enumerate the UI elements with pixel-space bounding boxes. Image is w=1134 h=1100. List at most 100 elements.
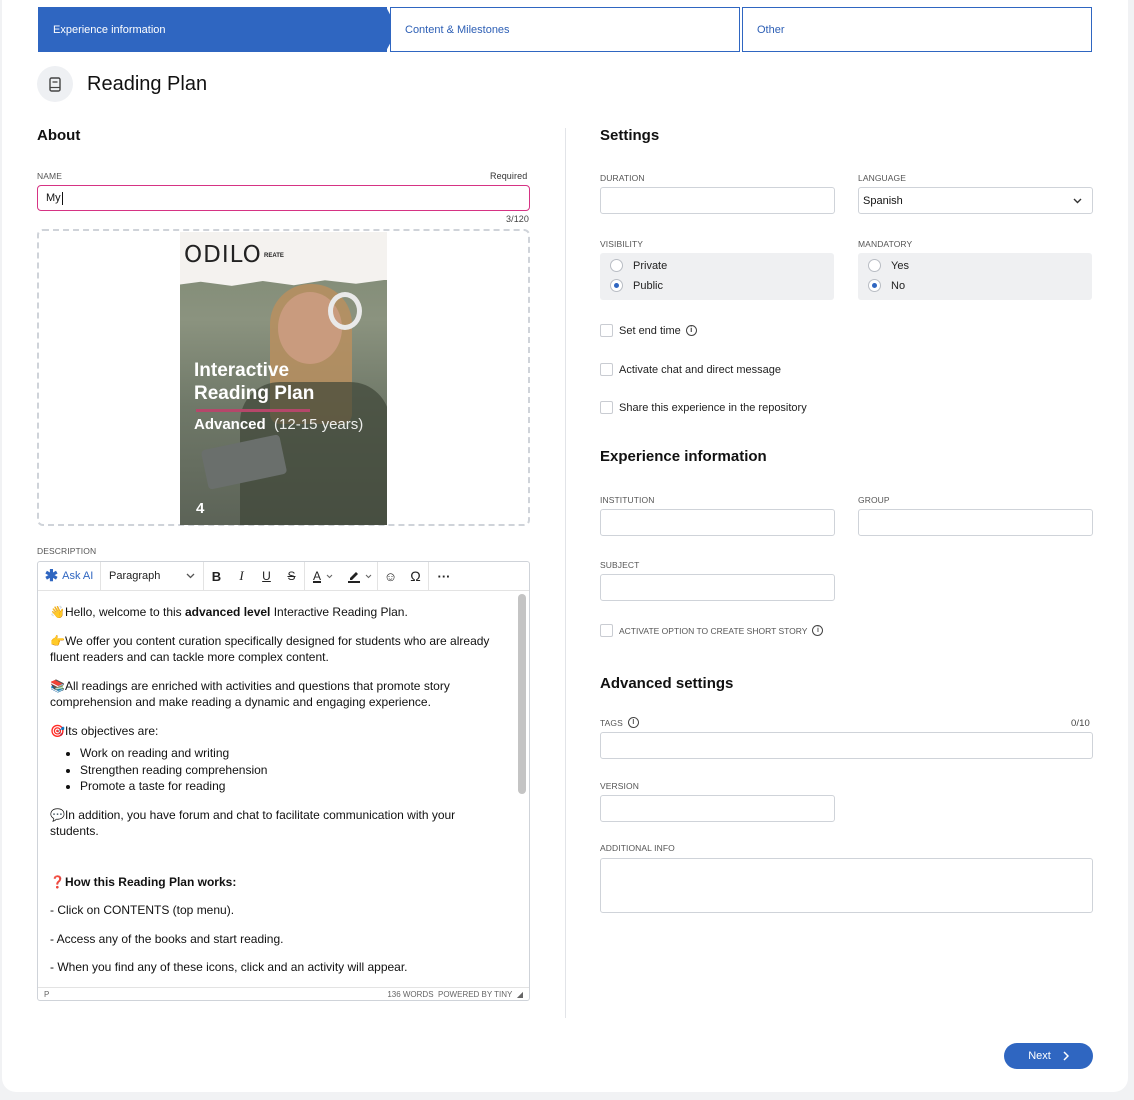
chevron-down-icon bbox=[365, 574, 371, 578]
resize-handle-icon[interactable]: ◢ bbox=[517, 990, 523, 999]
radio-button[interactable] bbox=[868, 259, 881, 272]
info-icon[interactable]: i bbox=[685, 325, 697, 336]
editor-content[interactable]: 👋Hello, welcome to this advanced level I… bbox=[38, 592, 516, 987]
cover-upload-area[interactable]: ODILO REATE Interactive Reading Plan Adv… bbox=[37, 229, 530, 526]
block-format-select[interactable]: Paragraph bbox=[101, 562, 203, 591]
editor-scrollbar[interactable] bbox=[518, 594, 526, 794]
cover-logo: ODILO bbox=[184, 242, 262, 268]
checkbox[interactable] bbox=[600, 401, 613, 414]
stepper: Experience information Content & Milesto… bbox=[38, 7, 1092, 52]
element-path[interactable]: P bbox=[44, 990, 49, 999]
activate-chat-checkbox[interactable]: Activate chat and direct message bbox=[600, 363, 781, 376]
chevron-right-icon bbox=[1063, 1051, 1069, 1061]
chevron-down-icon bbox=[326, 574, 333, 578]
question-mark-icon: ❓ bbox=[50, 874, 65, 889]
headphones-graphic bbox=[328, 292, 362, 330]
description-label: DESCRIPTION bbox=[37, 546, 97, 556]
pointing-hand-icon: 👉 bbox=[50, 633, 65, 648]
cover-level: Advanced (12-15 years) bbox=[194, 416, 364, 433]
highlighter-icon bbox=[347, 571, 360, 583]
visibility-label: VISIBILITY bbox=[600, 239, 644, 249]
cover-title: Interactive Reading Plan bbox=[194, 360, 315, 404]
objectives-list: Work on reading and writing Strengthen r… bbox=[80, 745, 504, 795]
next-button[interactable]: Next bbox=[1004, 1043, 1093, 1069]
books-icon: 📚 bbox=[50, 678, 65, 693]
version-label: VERSION bbox=[600, 781, 639, 791]
chevron-down-icon bbox=[1073, 198, 1082, 203]
radio-button[interactable] bbox=[610, 259, 623, 272]
highlight-color-button[interactable] bbox=[341, 562, 377, 591]
checkbox[interactable] bbox=[600, 324, 613, 337]
short-story-checkbox[interactable]: ACTIVATE OPTION TO CREATE SHORT STORY i bbox=[600, 624, 824, 637]
list-item: Strengthen reading comprehension bbox=[80, 762, 504, 779]
checkbox[interactable] bbox=[600, 624, 613, 637]
info-icon[interactable]: i bbox=[812, 625, 824, 636]
editor-statusbar: P 136 WORDS POWERED BY TINY ◢ bbox=[38, 987, 529, 1000]
strikethrough-button[interactable]: S bbox=[279, 562, 304, 591]
name-char-count: 3/120 bbox=[506, 214, 530, 224]
description-editor[interactable]: ✱ Ask AI Paragraph B I U S A ☺ Ω ··· 👋Hel… bbox=[37, 561, 530, 1001]
cover-image: ODILO REATE Interactive Reading Plan Adv… bbox=[180, 232, 387, 525]
underline-button[interactable]: U bbox=[254, 562, 279, 591]
step-experience-information[interactable]: Experience information bbox=[38, 7, 398, 52]
text-cursor bbox=[61, 191, 63, 205]
mandatory-yes-option[interactable]: Yes bbox=[868, 259, 909, 272]
language-select[interactable]: Spanish bbox=[858, 187, 1093, 214]
mandatory-no-option[interactable]: No bbox=[868, 279, 905, 292]
more-options-icon[interactable]: ··· bbox=[429, 562, 459, 591]
visibility-radio-group: Private Public bbox=[600, 253, 834, 300]
list-item: Promote a taste for reading bbox=[80, 778, 504, 795]
italic-button[interactable]: I bbox=[229, 562, 254, 591]
institution-label: INSTITUTION bbox=[600, 495, 655, 505]
visibility-private-option[interactable]: Private bbox=[610, 259, 667, 272]
set-end-time-checkbox[interactable]: Set end time i bbox=[600, 324, 697, 337]
duration-input[interactable] bbox=[600, 187, 835, 214]
editor-toolbar: ✱ Ask AI Paragraph B I U S A ☺ Ω ··· bbox=[38, 561, 529, 591]
emoji-icon[interactable]: ☺ bbox=[378, 562, 403, 591]
cover-divider bbox=[196, 409, 310, 412]
info-icon[interactable]: i bbox=[627, 717, 639, 728]
text-color-button[interactable]: A bbox=[305, 562, 341, 591]
visibility-public-option[interactable]: Public bbox=[610, 279, 663, 292]
asterisk-icon: ✱ bbox=[44, 568, 59, 585]
share-repository-checkbox[interactable]: Share this experience in the repository bbox=[600, 401, 807, 414]
tags-input[interactable] bbox=[600, 732, 1093, 759]
list-item: Work on reading and writing bbox=[80, 745, 504, 762]
radio-button[interactable] bbox=[868, 279, 881, 292]
advanced-settings-heading: Advanced settings bbox=[600, 675, 734, 692]
name-label: NAME bbox=[37, 171, 62, 181]
required-label: Required bbox=[490, 171, 528, 181]
step-other[interactable]: Other bbox=[742, 7, 1092, 52]
additional-info-label: ADDITIONAL INFO bbox=[600, 843, 675, 853]
special-character-icon[interactable]: Ω bbox=[403, 562, 428, 591]
chevron-down-icon bbox=[186, 573, 195, 579]
group-label: GROUP bbox=[858, 495, 890, 505]
column-divider bbox=[565, 128, 566, 1018]
radio-button[interactable] bbox=[610, 279, 623, 292]
waving-hand-icon: 👋 bbox=[50, 605, 65, 619]
checkbox[interactable] bbox=[600, 363, 613, 376]
experience-info-heading: Experience information bbox=[600, 448, 767, 465]
ask-ai-button[interactable]: ✱ Ask AI bbox=[38, 562, 100, 591]
word-count[interactable]: 136 WORDS bbox=[387, 990, 433, 999]
language-label: LANGUAGE bbox=[858, 173, 907, 183]
speech-bubble-icon: 💬 bbox=[50, 807, 65, 822]
step-content-milestones[interactable]: Content & Milestones bbox=[390, 7, 740, 52]
page-header: Reading Plan bbox=[37, 66, 207, 102]
group-input[interactable] bbox=[858, 509, 1093, 536]
tags-count: 0/10 bbox=[1071, 718, 1090, 729]
text-color-icon: A bbox=[312, 569, 321, 583]
tags-label: TAGS i bbox=[600, 717, 639, 728]
subject-input[interactable] bbox=[600, 574, 835, 601]
settings-heading: Settings bbox=[600, 127, 660, 144]
mandatory-label: MANDATORY bbox=[858, 239, 913, 249]
version-input[interactable] bbox=[600, 795, 835, 822]
powered-by-tiny-link[interactable]: POWERED BY TINY bbox=[438, 990, 512, 999]
page-title: Reading Plan bbox=[87, 72, 208, 95]
name-input[interactable]: My bbox=[37, 185, 530, 211]
institution-input[interactable] bbox=[600, 509, 835, 536]
additional-info-textarea[interactable] bbox=[600, 858, 1093, 913]
bold-button[interactable]: B bbox=[204, 562, 229, 591]
duration-label: DURATION bbox=[600, 173, 645, 183]
cover-number: 4 bbox=[196, 500, 205, 517]
